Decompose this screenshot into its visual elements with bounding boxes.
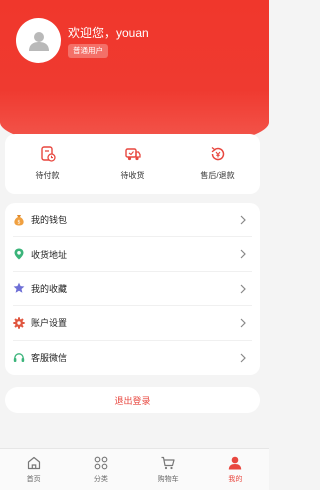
user-placeholder-icon <box>28 31 49 51</box>
profile-header: 欢迎您，youan 普通用户 <box>0 0 269 150</box>
wallet-clock-icon <box>40 146 56 162</box>
star-icon <box>13 282 25 294</box>
menu-label: 我的收藏 <box>31 283 68 294</box>
tab-cart[interactable]: 购物车 <box>135 449 202 490</box>
menu-label: 收货地址 <box>31 249 68 260</box>
tab-home[interactable]: 首页 <box>0 449 67 490</box>
order-pending-payment[interactable]: 待付款 <box>5 134 90 194</box>
order-status-card: 待付款 待收货 售后/退款 <box>5 134 260 194</box>
headset-icon <box>13 352 25 364</box>
settings-menu: $ 我的钱包 收货地址 我的收藏 账户设置 客服微信 <box>5 203 260 375</box>
money-bag-icon: $ <box>13 214 25 226</box>
refund-icon <box>211 146 224 161</box>
menu-item-customer-service[interactable]: 客服微信 <box>13 341 252 375</box>
chevron-right-icon <box>240 249 246 259</box>
cart-icon <box>161 456 175 470</box>
tab-category[interactable]: 分类 <box>67 449 134 490</box>
grid-icon <box>94 456 108 470</box>
tab-label: 首页 <box>26 476 41 483</box>
order-label: 售后/退款 <box>200 171 235 180</box>
home-icon <box>27 456 40 470</box>
menu-label: 我的钱包 <box>31 215 68 226</box>
menu-item-account-settings[interactable]: 账户设置 <box>13 306 252 341</box>
gear-icon <box>13 317 25 329</box>
logout-button[interactable]: 退出登录 <box>5 387 260 413</box>
location-pin-icon <box>13 248 25 260</box>
truck-icon <box>124 148 141 161</box>
chevron-right-icon <box>240 284 246 294</box>
tab-label: 分类 <box>93 476 108 483</box>
chevron-right-icon <box>240 353 246 362</box>
logout-label: 退出登录 <box>114 395 151 406</box>
tab-label: 我的 <box>228 476 243 483</box>
tab-label: 购物车 <box>157 476 179 483</box>
welcome-text: 欢迎您，youan <box>68 26 149 40</box>
chevron-right-icon <box>240 318 246 328</box>
tab-mine[interactable]: 我的 <box>202 449 269 490</box>
avatar[interactable] <box>16 18 61 63</box>
order-pending-receipt[interactable]: 待收货 <box>90 134 175 194</box>
menu-item-favorites[interactable]: 我的收藏 <box>13 272 252 307</box>
member-level-badge: 普通用户 <box>68 44 108 58</box>
order-after-sales[interactable]: 售后/退款 <box>175 134 260 194</box>
menu-item-wallet[interactable]: $ 我的钱包 <box>13 203 252 238</box>
menu-label: 客服微信 <box>31 353 68 364</box>
order-label: 待收货 <box>120 171 145 180</box>
menu-item-address[interactable]: 收货地址 <box>13 237 252 272</box>
menu-label: 账户设置 <box>31 318 68 329</box>
user-icon <box>229 456 242 470</box>
bottom-tab-bar: 首页 分类 购物车 我的 <box>0 448 269 490</box>
chevron-right-icon <box>240 215 246 225</box>
order-label: 待付款 <box>35 171 60 180</box>
svg-text:$: $ <box>17 219 20 225</box>
